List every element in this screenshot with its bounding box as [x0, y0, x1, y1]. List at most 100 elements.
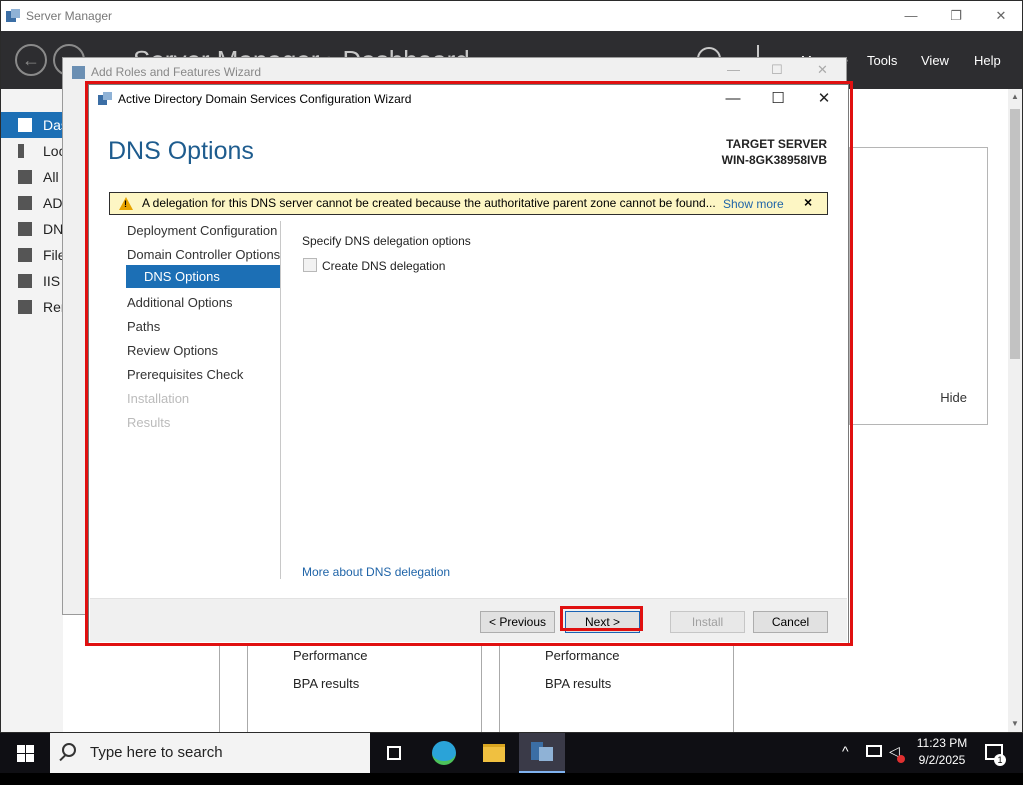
sidebar-item-iis[interactable]: IIS [1, 268, 63, 294]
file-icon [18, 248, 32, 262]
wizard-titlebar: Active Directory Domain Services Configu… [89, 85, 848, 113]
server-manager-sidebar: Das Loc All AD DN File IIS Rer [1, 89, 88, 732]
warning-message: A delegation for this DNS server cannot … [142, 196, 716, 210]
scroll-up-icon[interactable]: ▲ [1011, 92, 1019, 101]
scrollbar-thumb[interactable] [1010, 109, 1020, 359]
sidebar-item-all-servers[interactable]: All [1, 164, 63, 190]
close-button[interactable]: ✕ [817, 62, 828, 78]
maximize-button[interactable]: ☐ [771, 62, 783, 78]
tile-bpa-results[interactable]: BPA results [545, 676, 611, 691]
dashboard-welcome-panel: Hide [849, 147, 988, 425]
hide-link[interactable]: Hide [940, 390, 967, 405]
nav-item-installation: Installation [127, 391, 190, 406]
create-dns-delegation-checkbox[interactable] [303, 258, 317, 272]
mute-badge-icon [897, 755, 905, 763]
vertical-scrollbar[interactable]: ▲ ▼ [1008, 89, 1022, 732]
menu-help[interactable]: Help [974, 53, 1001, 68]
server-tile[interactable]: Performance BPA results [247, 646, 482, 732]
maximize-button[interactable]: ☐ [766, 88, 790, 110]
nav-item-prerequisites-check[interactable]: Prerequisites Check [126, 363, 280, 386]
wizard-title: Active Directory Domain Services Configu… [118, 92, 412, 106]
nav-item-domain-controller-options[interactable]: Domain Controller Options [126, 243, 280, 266]
start-button[interactable] [0, 733, 50, 773]
servers-icon [18, 170, 32, 184]
nav-item-deployment-configuration[interactable]: Deployment Configuration [126, 219, 280, 242]
minimize-button[interactable]: — [727, 62, 740, 77]
restore-button[interactable]: ❐ [946, 6, 966, 26]
create-dns-delegation-label[interactable]: Create DNS delegation [322, 259, 445, 273]
sidebar-item-remote[interactable]: Rer [1, 294, 66, 320]
screen-bottom-edge [0, 773, 1023, 785]
edge-browser-icon[interactable] [421, 733, 467, 773]
tile-performance[interactable]: Performance [293, 648, 367, 663]
folder-glyph [483, 744, 505, 762]
windows-logo-icon [26, 754, 34, 762]
clock-time: 11:23 PM [916, 736, 968, 750]
nav-item-results: Results [127, 415, 171, 430]
search-placeholder: Type here to search [90, 744, 223, 761]
nav-item-paths[interactable]: Paths [126, 315, 280, 338]
warning-icon: ! [119, 197, 133, 210]
scroll-down-icon[interactable]: ▼ [1011, 719, 1019, 728]
wizard-navigation: Deployment Configuration Domain Controll… [126, 219, 280, 579]
task-view-icon[interactable] [371, 733, 417, 773]
dns-icon [18, 222, 32, 236]
close-button[interactable]: ✕ [991, 6, 1011, 26]
target-server-label: TARGET SERVER [726, 137, 827, 151]
adds-configuration-wizard: Active Directory Domain Services Configu… [88, 84, 849, 644]
edge-glyph [432, 741, 456, 765]
close-button[interactable]: ✕ [812, 88, 836, 110]
taskbar: Type here to search ^ ◁ 11:23 PM 9/2/202… [0, 733, 1023, 773]
ad-icon [18, 196, 32, 210]
minimize-button[interactable]: — [721, 88, 745, 110]
page-title: DNS Options [108, 137, 254, 165]
nav-divider [280, 221, 281, 579]
search-icon [62, 743, 76, 757]
windows-logo-icon [17, 745, 25, 753]
server-manager-title: Server Manager [26, 9, 113, 23]
sidebar-item-ad-ds[interactable]: AD [1, 190, 63, 216]
target-server-name: WIN-8GK38958IVB [721, 153, 827, 167]
next-button[interactable]: Next > [565, 611, 640, 633]
clock-date: 9/2/2025 [918, 753, 966, 767]
install-button: Install [670, 611, 745, 633]
back-arrow-icon[interactable]: ← [15, 44, 47, 76]
more-about-dns-delegation-link[interactable]: More about DNS delegation [302, 565, 450, 579]
server-icon [18, 144, 24, 158]
notification-count-badge: 1 [994, 754, 1006, 766]
task-view-glyph [387, 746, 401, 760]
warning-banner: ! A delegation for this DNS server canno… [109, 192, 828, 215]
show-more-link[interactable]: Show more [723, 197, 784, 211]
sidebar-item-dashboard[interactable]: Das [1, 112, 68, 138]
minimize-button[interactable]: — [901, 6, 921, 26]
dismiss-warning-icon[interactable]: × [804, 194, 812, 210]
file-explorer-icon[interactable] [470, 733, 516, 773]
server-manager-taskbar-icon[interactable] [519, 733, 565, 773]
remote-icon [18, 300, 32, 314]
chevron-up-icon[interactable]: ^ [842, 743, 849, 759]
sidebar-item-dns[interactable]: DN [1, 216, 63, 242]
dashboard-icon [18, 118, 32, 132]
taskbar-search-box[interactable]: Type here to search [50, 733, 370, 773]
nav-item-additional-options[interactable]: Additional Options [126, 291, 280, 314]
nav-item-review-options[interactable]: Review Options [126, 339, 280, 362]
wizard-button-bar: < Previous Next > Install Cancel [90, 598, 847, 642]
sidebar-item-file-services[interactable]: File [1, 242, 66, 268]
menu-view[interactable]: View [921, 53, 949, 68]
iis-icon [18, 274, 32, 288]
server-manager-icon [6, 9, 20, 22]
cancel-button[interactable]: Cancel [753, 611, 828, 633]
menu-tools[interactable]: Tools [867, 53, 897, 68]
server-tile[interactable]: Performance BPA results [499, 646, 734, 732]
dns-delegation-heading: Specify DNS delegation options [302, 234, 471, 248]
windows-logo-icon [17, 754, 25, 762]
wizard-icon [72, 66, 85, 79]
adds-wizard-icon [98, 92, 112, 105]
nav-item-dns-options[interactable]: DNS Options [126, 265, 280, 288]
network-icon[interactable] [866, 745, 882, 757]
clock[interactable]: 11:23 PM 9/2/2025 [916, 735, 968, 769]
sidebar-item-local-server[interactable]: Loc [1, 138, 66, 164]
tile-performance[interactable]: Performance [545, 648, 619, 663]
previous-button[interactable]: < Previous [480, 611, 555, 633]
tile-bpa-results[interactable]: BPA results [293, 676, 359, 691]
